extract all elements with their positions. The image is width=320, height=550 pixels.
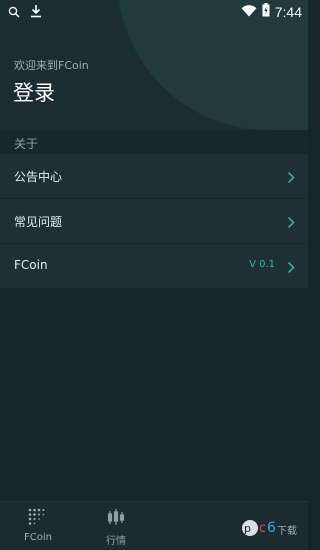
chevron-right-icon: [287, 169, 295, 188]
chevron-right-icon: [287, 259, 295, 278]
svg-text:c: c: [259, 521, 266, 536]
menu-item-label: FCoin: [14, 258, 48, 272]
watermark-logo: p c 6 下载: [240, 514, 300, 542]
tab-label: FCoin: [24, 532, 52, 543]
battery-icon: [262, 2, 270, 21]
menu-item-announcements[interactable]: 公告中心: [0, 154, 308, 199]
fcoin-dots-icon: [28, 508, 48, 530]
menu-item-faq[interactable]: 常见问题: [0, 199, 308, 244]
download-icon: [30, 3, 42, 22]
tab-market[interactable]: 行情: [86, 508, 146, 547]
svg-text:下载: 下载: [277, 525, 297, 537]
status-bar: 7:44: [0, 0, 308, 24]
login-link[interactable]: 登录: [13, 77, 55, 107]
chevron-right-icon: [287, 214, 295, 233]
menu-item-label: 公告中心: [14, 170, 63, 184]
wifi-icon: [241, 2, 257, 21]
candlestick-icon: [106, 509, 126, 530]
menu-item-fcoin[interactable]: FCoin V 0.1: [0, 244, 308, 288]
welcome-text: 欢迎来到FCoin: [14, 59, 89, 72]
menu-item-label: 常见问题: [14, 215, 63, 229]
status-time: 7:44: [274, 3, 302, 20]
tab-label: 行情: [106, 536, 126, 547]
svg-text:6: 6: [267, 520, 276, 536]
version-label: V 0.1: [249, 259, 275, 270]
section-label: 关于: [14, 137, 39, 151]
tab-fcoin[interactable]: FCoin: [8, 508, 68, 543]
about-menu: 公告中心 常见问题 FCoin V 0.1: [0, 154, 308, 288]
section-header-about: 关于: [0, 130, 308, 154]
search-icon: [8, 3, 20, 22]
svg-text:p: p: [244, 522, 251, 535]
